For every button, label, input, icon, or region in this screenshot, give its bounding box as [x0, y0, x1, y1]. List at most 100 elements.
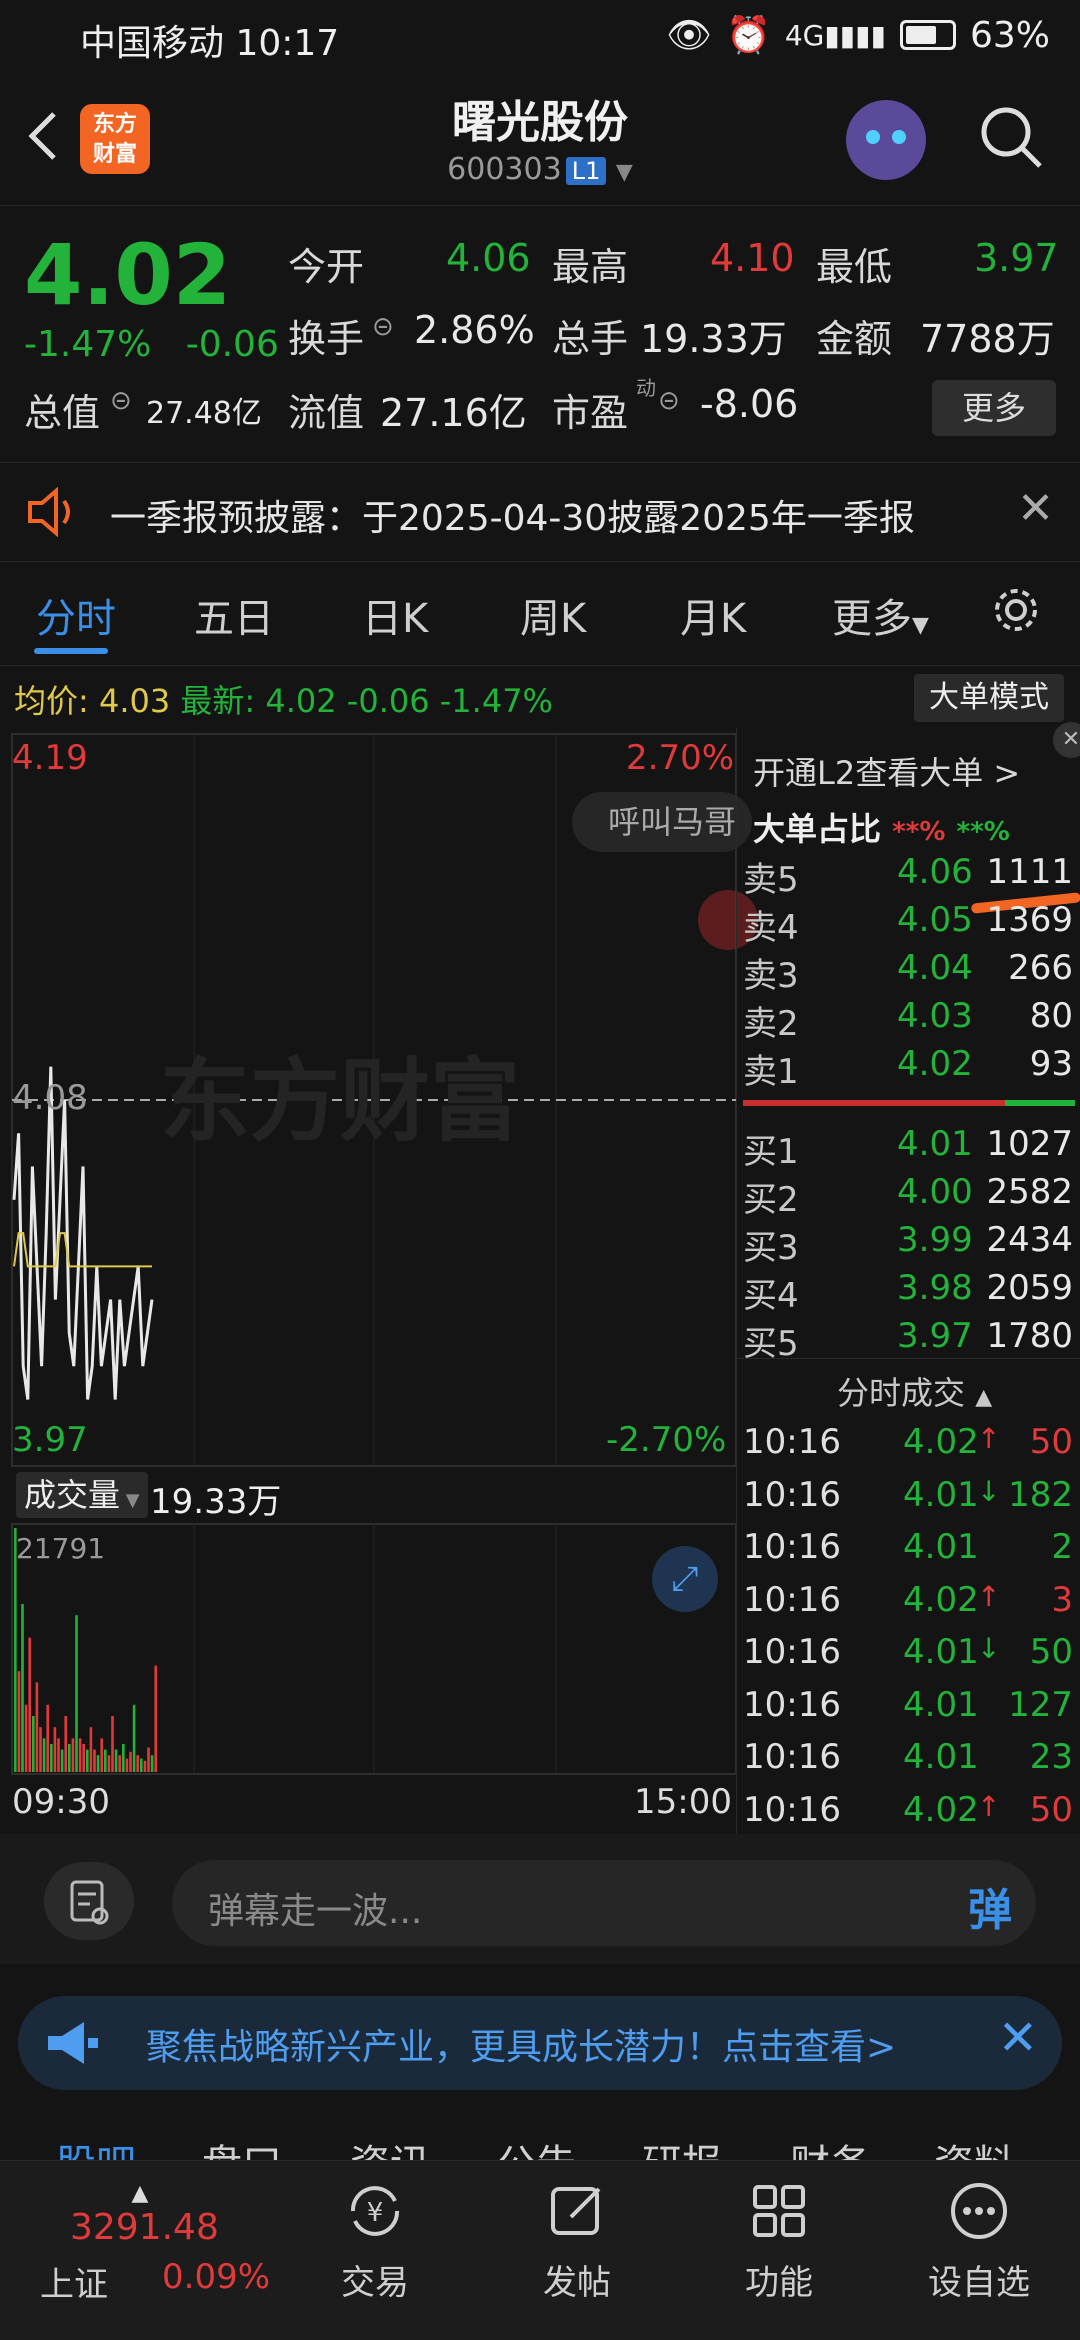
tab-intraday[interactable]: 分时 [36, 586, 116, 644]
volume-bar [21, 1604, 24, 1772]
trade-row: 10:16 4.02 ↑ 3 [743, 1580, 1073, 1632]
tab-five-day[interactable]: 五日 [194, 586, 274, 644]
ask-row[interactable]: 卖5 4.06 1111 [743, 852, 1073, 900]
time-end-label: 15:00 [634, 1782, 732, 1822]
high-label: 最高 [552, 245, 629, 289]
settings-button[interactable] [990, 584, 1042, 647]
call-button[interactable]: 呼叫马哥 [572, 792, 752, 852]
mktcap-label[interactable]: 总值 [24, 382, 100, 437]
expand-icon[interactable]: ⤢ [652, 1546, 718, 1612]
volume-bar [57, 1738, 60, 1772]
tab-weekly-k[interactable]: 周K [520, 586, 586, 644]
volume-bar [39, 1727, 42, 1772]
intraday-chart[interactable]: 东方财富 4.19 2.70% 呼叫马哥 4.08 3.97 -2.70% 成交… [0, 728, 758, 1834]
search-button[interactable] [976, 102, 1046, 176]
info-icon[interactable]: ⊝ [372, 312, 394, 342]
bid-row[interactable]: 买1 4.01 1027 [743, 1124, 1073, 1172]
assistant-robot-icon[interactable] [846, 100, 926, 180]
status-icons: 👁 ⏰ 4G▮▮▮▮ 63% [666, 14, 1050, 57]
trades-title[interactable]: 分时成交 ▲ [837, 1368, 992, 1414]
volume-indicator-select[interactable]: 成交量 ▼ [16, 1472, 148, 1518]
ask-row[interactable]: 卖2 4.03 80 [743, 996, 1073, 1044]
barrage-input[interactable]: 弹幕走一波... 弹 [172, 1860, 1036, 1946]
bottom-nav: ▲ 3291.48 上证 0.09% ¥ 交易 发帖 功能 设自选 [0, 2160, 1080, 2340]
low-value: 3.97 [974, 236, 1059, 280]
turnover-label[interactable]: 换手 [288, 308, 364, 363]
amount-label: 金额 [816, 317, 893, 361]
bid-price: 3.99 [897, 1220, 973, 1260]
volume-bar [86, 1749, 89, 1772]
big-order-ratio-label: 大单占比 **% **% [753, 810, 1010, 848]
close-promo-button[interactable]: ✕ [998, 2010, 1038, 2066]
trade-volume: 50 [1029, 1789, 1073, 1830]
nav-post[interactable]: 发帖 [512, 2179, 642, 2304]
caret-down-icon: ▼ [120, 1490, 140, 1511]
close-panel-button[interactable]: ✕ [1053, 722, 1080, 758]
notice-bar[interactable]: 一季报预披露：于2025-04-30披露2025年一季报 ✕ [0, 462, 1080, 562]
bid-volume: 2434 [986, 1220, 1073, 1260]
trade-time: 10:16 [743, 1474, 841, 1515]
index-widget[interactable]: ▲ 3291.48 上证 0.09% [40, 2181, 270, 2305]
tab-monthly-k[interactable]: 月K [680, 586, 746, 644]
bid-price: 3.97 [897, 1316, 973, 1356]
trade-arrow-icon: ↑ [977, 1579, 1001, 1613]
trade-volume: 127 [1008, 1684, 1073, 1725]
battery-icon [899, 20, 956, 50]
trade-price: 4.01 [903, 1632, 979, 1672]
ask-price: 4.06 [897, 852, 973, 892]
promo-banner[interactable]: 聚焦战略新兴产业，更具成长潜力！点击查看> ✕ [18, 1996, 1062, 2090]
tab-daily-k[interactable]: 日K [362, 586, 428, 644]
volume-bar [114, 1749, 118, 1772]
turnover-value: 2.86% [414, 308, 535, 352]
trade-time: 10:16 [743, 1684, 841, 1725]
bid-row[interactable]: 买3 3.99 2434 [743, 1220, 1073, 1268]
volume-bar [89, 1727, 93, 1772]
volume-bar [118, 1755, 121, 1772]
volume-bar [24, 1704, 28, 1772]
y-min-label: 3.97 [12, 1420, 88, 1460]
trade-price: 4.01 [903, 1684, 979, 1725]
tab-more[interactable]: 更多▼ [832, 586, 929, 644]
info-icon[interactable]: ⊝ [658, 386, 680, 416]
trade-volume: 50 [1029, 1632, 1073, 1672]
big-order-mode-button[interactable]: 大单模式 [914, 674, 1064, 722]
svg-text:¥: ¥ [367, 2198, 384, 2228]
volume-bar [28, 1637, 31, 1772]
volume-bar [35, 1682, 39, 1772]
close-notice-button[interactable]: ✕ [1017, 483, 1054, 534]
ask-row[interactable]: 卖4 4.05 1369 [743, 900, 1073, 948]
volume-bar [64, 1716, 67, 1772]
barrage-send-button[interactable]: 弹 [968, 1874, 1012, 1938]
nav-functions[interactable]: 功能 [714, 2179, 844, 2304]
bid-price: 4.00 [897, 1172, 973, 1212]
trade-arrow-icon: ↓ [977, 1474, 1001, 1508]
barrage-settings-button[interactable] [44, 1862, 134, 1940]
trade-volume: 182 [1008, 1474, 1073, 1515]
battery-percent: 63% [969, 14, 1050, 56]
nav-add-watchlist[interactable]: 设自选 [914, 2179, 1044, 2304]
signal-icon: 4G▮▮▮▮ [784, 18, 886, 52]
yen-cycle-icon: ¥ [310, 2179, 440, 2249]
bid-row[interactable]: 买5 3.97 1780 [743, 1316, 1073, 1364]
ask-row[interactable]: 卖1 4.02 93 [743, 1044, 1073, 1092]
ask-level: 卖4 [743, 908, 799, 948]
more-button[interactable]: 更多 [932, 380, 1056, 436]
y-max-pct-label: 2.70% [626, 738, 735, 778]
volume-bar [132, 1704, 136, 1772]
trade-price: 4.02 [903, 1789, 979, 1830]
ask-row[interactable]: 卖3 4.04 266 [743, 948, 1073, 996]
bid-level: 买3 [743, 1228, 799, 1268]
bid-row[interactable]: 买2 4.00 2582 [743, 1172, 1073, 1220]
trade-price: 4.02 [903, 1579, 979, 1620]
trade-price: 4.01 [903, 1737, 979, 1777]
open-l2-link[interactable]: 开通L2查看大单 > [753, 748, 1020, 794]
notice-text: 一季报预披露：于2025-04-30披露2025年一季报 [110, 498, 915, 539]
pe-label[interactable]: 市盈 [552, 382, 628, 437]
trade-row: 10:16 4.01 2 [743, 1527, 1073, 1579]
trade-price: 4.02 [903, 1422, 979, 1462]
ask-price: 4.03 [897, 996, 973, 1036]
nav-trade[interactable]: ¥ 交易 [310, 2179, 440, 2304]
bid-row[interactable]: 买4 3.98 2059 [743, 1268, 1073, 1316]
index-pct: 0.09% [162, 2257, 271, 2297]
info-icon[interactable]: ⊝ [110, 386, 132, 416]
